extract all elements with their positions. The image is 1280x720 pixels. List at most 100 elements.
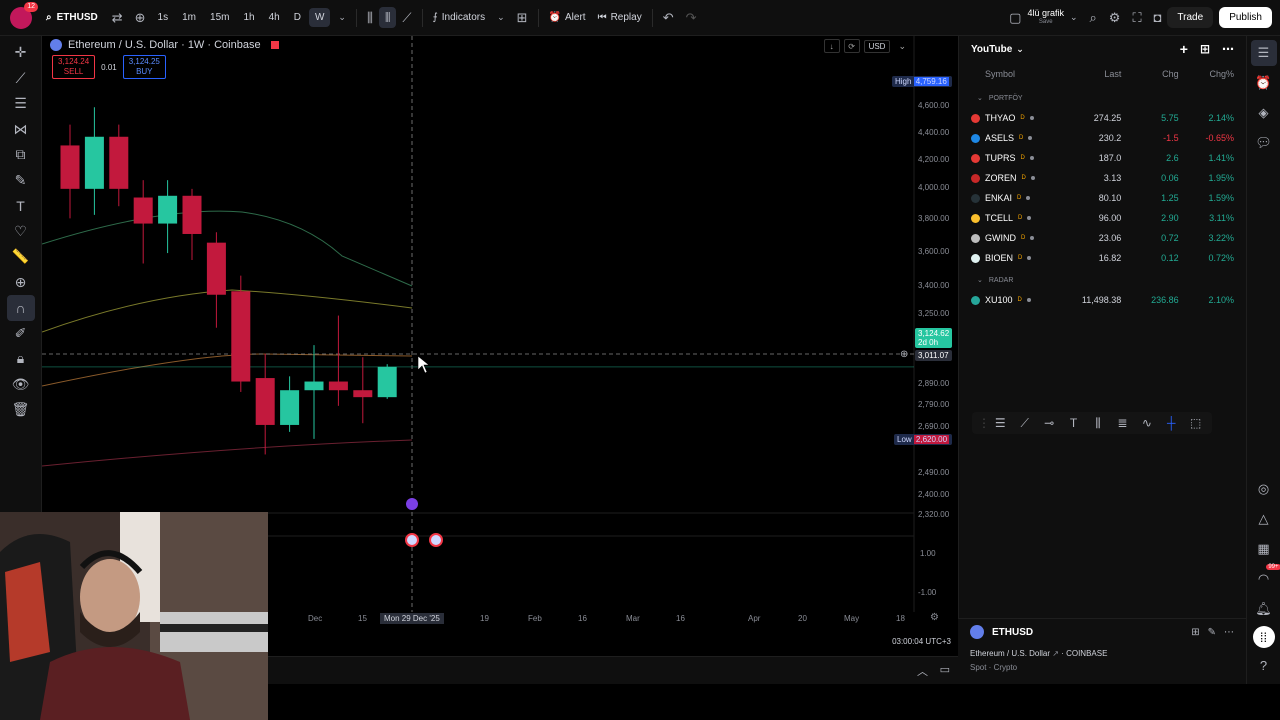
external-link-icon[interactable]: ↗ (1052, 649, 1059, 658)
trade-button[interactable]: Trade (1167, 7, 1214, 28)
signal-icon[interactable]: ◠ 99+ (1251, 564, 1280, 592)
edit-icon[interactable]: ✎ (1208, 627, 1216, 638)
lines-icon[interactable]: ☰ (990, 416, 1010, 430)
ruler-icon[interactable]: 📏 (7, 244, 35, 270)
heart-icon[interactable]: ♡ (7, 219, 35, 245)
currency-select[interactable]: USD (863, 39, 891, 53)
target-icon[interactable]: ◎ (1251, 476, 1277, 502)
chevron-down-icon[interactable]: ⌄ (1016, 44, 1024, 55)
sync-icon[interactable]: ⟳ (843, 39, 860, 53)
watchlist-row-zoren[interactable]: ZOREN D 3.13 0.06 1.95% (959, 168, 1246, 188)
more-icon[interactable]: ⋯ (1224, 627, 1234, 638)
crosshair-icon[interactable]: ✛ (7, 40, 35, 66)
drag-handle-icon[interactable]: ⋮ (978, 416, 990, 430)
select-area-icon[interactable]: ⬚ (1186, 416, 1206, 430)
column-chg-pct[interactable]: Chg% (1179, 69, 1234, 79)
maximize-icon[interactable]: ▭ (940, 663, 950, 676)
watchlist-row-tcell[interactable]: TCELL D 96.00 2.90 3.11% (959, 208, 1246, 228)
settings-icon[interactable]: ⚙ (1103, 7, 1127, 28)
alerts-clock-icon[interactable]: ⏰ (1251, 70, 1277, 96)
magnet-icon[interactable]: ∩ (6, 295, 35, 321)
collapse-icon[interactable]: ︿ (917, 663, 928, 679)
watchlist-row-enkai[interactable]: ENKAI D 80.10 1.25 1.59% (959, 188, 1246, 208)
brush-icon[interactable]: ✎ (7, 168, 35, 194)
add-symbol-icon[interactable]: ⊕ (129, 7, 152, 28)
ideas-icon[interactable]: △ (1251, 506, 1277, 532)
bar-chart-icon[interactable]: ⫼ (361, 7, 379, 28)
zoom-in-icon[interactable]: ⊕ (7, 270, 35, 296)
sell-button[interactable]: 3,124.24 SELL (52, 55, 96, 79)
horizontal-ray-icon[interactable]: ⊸ (1039, 416, 1059, 430)
column-chg[interactable]: Chg (1121, 69, 1179, 79)
path-icon[interactable]: ∿ (1137, 416, 1157, 430)
interval-4h[interactable]: 4h (263, 8, 286, 27)
interval-1h[interactable]: 1h (237, 8, 260, 27)
section-portfoy[interactable]: ⌄ PORTFÖY (959, 88, 1246, 108)
advanced-view-icon[interactable]: ⊞ (1200, 42, 1210, 56)
stay-drawing-icon[interactable]: ✐ (7, 321, 35, 347)
symbol-search[interactable]: ⌕ ETHUSD (38, 8, 106, 27)
chevron-down-icon[interactable]: ⌄ (898, 41, 906, 52)
quick-search-icon[interactable]: ⌕ (1084, 7, 1103, 28)
watchlist-row-tuprs[interactable]: TUPRS D 187.0 2.6 1.41% (959, 148, 1246, 168)
publish-button[interactable]: Publish (1219, 7, 1272, 28)
clock[interactable]: 03:00:04 UTC+3 (892, 637, 951, 646)
bell-icon[interactable]: 🔔︎ (1251, 596, 1277, 622)
forecast-icon[interactable]: ⧉ (7, 142, 35, 168)
compare-icon[interactable]: ⇄ (106, 7, 129, 28)
layers-icon[interactable]: ◈ (1251, 100, 1277, 126)
camera-icon[interactable]: ◘ (1148, 7, 1168, 28)
interval-d[interactable]: D (288, 8, 307, 27)
alert-button[interactable]: ⏰ Alert (543, 8, 592, 27)
column-symbol[interactable]: Symbol (971, 69, 1074, 79)
layout-icon[interactable]: ▢ (1003, 7, 1027, 28)
bars-pattern-icon[interactable]: ⫼ (1088, 416, 1108, 431)
eye-icon[interactable]: 👁︎ (7, 372, 35, 398)
interval-1s[interactable]: 1s (152, 8, 175, 27)
candles-icon[interactable]: ⫴ (378, 7, 397, 28)
chat-icon[interactable]: 💬︎ (1251, 130, 1277, 156)
chevron-down-icon[interactable]: ⌄ (332, 9, 352, 26)
watchlist-title[interactable]: YouTube (971, 44, 1012, 55)
pattern-icon[interactable]: ⋈ (7, 117, 35, 143)
add-alert-icon[interactable]: ⊕ (900, 349, 908, 360)
templates-icon[interactable]: ⊞ (511, 7, 534, 28)
buy-button[interactable]: 3,124.25 BUY (122, 55, 166, 79)
column-last[interactable]: Last (1074, 69, 1121, 79)
interval-15m[interactable]: 15m (204, 8, 235, 27)
crosshair-icon[interactable]: ┼ (1161, 416, 1181, 430)
detail-symbol[interactable]: ETHUSD (992, 627, 1033, 638)
chevron-down-icon[interactable]: ⌄ (491, 9, 511, 26)
help-icon[interactable]: ? (1251, 652, 1277, 678)
lock-icon[interactable]: 🔒︎ (7, 346, 35, 372)
watchlist-row-thyao[interactable]: THYAO D 274.25 5.75 2.14% (959, 108, 1246, 128)
trend-line-icon[interactable]: ⟋ (1014, 416, 1034, 431)
add-symbol-icon[interactable]: + (1180, 41, 1188, 57)
fib-icon[interactable]: ≣ (1112, 416, 1132, 430)
text-icon[interactable]: T (7, 193, 35, 219)
interval-1m[interactable]: 1m (176, 8, 202, 27)
redo-icon[interactable]: ↷ (680, 7, 703, 28)
trend-line-icon[interactable]: ⟋ (7, 66, 35, 92)
indicators-button[interactable]: ⨍ Indicators (427, 8, 492, 27)
chevron-down-icon[interactable]: ⌄ (1064, 9, 1084, 26)
replay-button[interactable]: ⏮ Replay (592, 8, 648, 27)
download-icon[interactable]: ↓ (823, 39, 840, 53)
apps-icon[interactable]: ⁞⁞ (1252, 626, 1275, 648)
text-icon[interactable]: T (1063, 416, 1083, 430)
price-axis[interactable]: 4,800.004,600.004,400.004,200.004,000.00… (914, 36, 958, 612)
interval-w[interactable]: W (308, 8, 331, 27)
calendar-icon[interactable]: ▦ (1251, 536, 1277, 562)
grid-icon[interactable]: ⊞ (1191, 627, 1199, 638)
profile-avatar[interactable]: 12 (10, 1, 38, 29)
watchlist-icon[interactable]: ☰ (1250, 40, 1277, 66)
fullscreen-icon[interactable]: ⛶ (1126, 7, 1147, 28)
watchlist-row-asels[interactable]: ASELS D 230.2 -1.5 -0.65% (959, 128, 1246, 148)
settings-icon[interactable]: ⚙ (930, 612, 939, 623)
line-chart-icon[interactable]: ⟋ (396, 7, 417, 28)
watchlist-row-xu100[interactable]: XU100 D 11,498.38 236.86 2.10% (959, 290, 1246, 310)
watchlist-row-bioen[interactable]: BIOEN D 16.82 0.12 0.72% (959, 248, 1246, 268)
fib-retracement-icon[interactable]: ☰ (7, 91, 35, 117)
undo-icon[interactable]: ↶ (657, 7, 680, 28)
layout-name[interactable]: 4lü grafik Save (1027, 8, 1064, 27)
